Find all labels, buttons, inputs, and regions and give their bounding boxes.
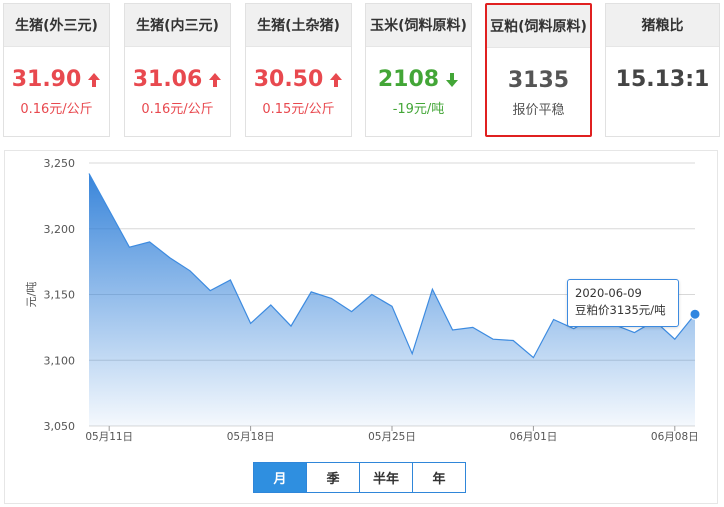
data-point-1 bbox=[128, 246, 131, 249]
y-tick-label: 3,050 bbox=[44, 420, 76, 433]
data-point-8 bbox=[269, 304, 272, 307]
data-point-21 bbox=[532, 356, 535, 359]
card-change: -19元/吨 bbox=[392, 102, 445, 117]
data-point-13 bbox=[370, 293, 373, 296]
card-price: 15.13:1 bbox=[615, 67, 710, 92]
card-price: 30.50 bbox=[253, 67, 324, 92]
card-price-row: 30.50 bbox=[246, 67, 351, 92]
arrow-up-icon bbox=[208, 72, 222, 88]
range-button-0[interactable]: 月 bbox=[253, 462, 307, 493]
data-point-17 bbox=[451, 329, 454, 332]
data-point-20 bbox=[512, 339, 515, 342]
data-point-10 bbox=[310, 290, 313, 293]
card-title: 生猪(外三元) bbox=[4, 4, 109, 47]
data-point-19 bbox=[492, 338, 495, 341]
data-point-15 bbox=[411, 352, 414, 355]
range-button-3[interactable]: 年 bbox=[412, 462, 466, 493]
card-price: 3135 bbox=[507, 68, 570, 93]
card-price-row: 31.90 bbox=[4, 67, 109, 92]
price-chart[interactable]: 3,050 3,100 3,150 3,200 3,250 元/吨 05月11日 05月18日… bbox=[5, 151, 719, 505]
card-price: 2108 bbox=[377, 67, 440, 92]
arrow-down-icon bbox=[445, 72, 459, 88]
card-price-row: 15.13:1 bbox=[606, 67, 719, 92]
x-tick-label: 05月25日 bbox=[368, 431, 416, 443]
y-tick-label: 3,250 bbox=[44, 157, 76, 170]
data-point-26 bbox=[633, 331, 636, 334]
data-point-7 bbox=[249, 322, 252, 325]
data-point-2 bbox=[148, 240, 151, 243]
data-point-28 bbox=[673, 338, 676, 341]
data-point-11 bbox=[330, 297, 333, 300]
card-title: 豆粕(饲料原料) bbox=[487, 5, 590, 48]
data-point-23 bbox=[572, 327, 575, 330]
price-card-4[interactable]: 豆粕(饲料原料) 3135 报价平稳 bbox=[485, 3, 592, 137]
card-title: 生猪(土杂猪) bbox=[246, 4, 351, 47]
card-price: 31.06 bbox=[132, 67, 203, 92]
price-card-3[interactable]: 玉米(饲料原料) 2108 -19元/吨 bbox=[365, 3, 472, 137]
arrow-up-icon bbox=[87, 72, 101, 88]
price-card-5[interactable]: 猪粮比 15.13:1 bbox=[605, 3, 720, 137]
data-point-3 bbox=[168, 256, 171, 259]
tooltip-value: 豆粕价3135元/吨 bbox=[575, 303, 666, 317]
price-cards: 生猪(外三元) 31.90 0.16元/公斤 生猪(内三元) 31.06 0.16元/公斤… bbox=[0, 0, 724, 150]
chart-tooltip: 2020-06-09 豆粕价3135元/吨 bbox=[567, 279, 679, 327]
range-button-1[interactable]: 季 bbox=[306, 462, 360, 493]
data-point-9 bbox=[290, 325, 293, 328]
price-card-0[interactable]: 生猪(外三元) 31.90 0.16元/公斤 bbox=[3, 3, 110, 137]
card-title: 玉米(饲料原料) bbox=[366, 4, 471, 47]
x-tick-label: 06月08日 bbox=[651, 431, 699, 443]
range-button-2[interactable]: 半年 bbox=[359, 462, 413, 493]
y-tick-label: 3,150 bbox=[44, 289, 76, 302]
card-change: 0.15元/公斤 bbox=[262, 102, 335, 117]
price-card-2[interactable]: 生猪(土杂猪) 30.50 0.15元/公斤 bbox=[245, 3, 352, 137]
card-change: 0.16元/公斤 bbox=[20, 102, 93, 117]
data-point-22 bbox=[552, 318, 555, 321]
data-point-18 bbox=[471, 326, 474, 329]
range-selector: 月季半年年 bbox=[253, 462, 466, 493]
data-point-4 bbox=[189, 269, 192, 272]
highlight-point bbox=[689, 308, 701, 320]
data-point-6 bbox=[229, 279, 232, 282]
y-tick-label: 3,200 bbox=[44, 223, 76, 236]
card-price-row: 3135 bbox=[487, 68, 590, 93]
price-card-1[interactable]: 生猪(内三元) 31.06 0.16元/公斤 bbox=[124, 3, 231, 137]
x-tick-label: 06月01日 bbox=[510, 431, 558, 443]
card-change: 0.16元/公斤 bbox=[141, 102, 214, 117]
arrow-up-icon bbox=[329, 72, 343, 88]
x-tick-label: 05月11日 bbox=[85, 431, 133, 443]
data-point-16 bbox=[431, 288, 434, 291]
card-title: 猪粮比 bbox=[606, 4, 719, 47]
y-tick-label: 3,100 bbox=[44, 354, 76, 367]
data-point-0 bbox=[88, 172, 91, 175]
data-point-12 bbox=[350, 310, 353, 313]
x-tick-label: 05月18日 bbox=[227, 431, 275, 443]
card-price-row: 2108 bbox=[366, 67, 471, 92]
card-title: 生猪(内三元) bbox=[125, 4, 230, 47]
data-point-14 bbox=[391, 305, 394, 308]
card-price-row: 31.06 bbox=[125, 67, 230, 92]
data-point-5 bbox=[209, 289, 212, 292]
card-price: 31.90 bbox=[11, 67, 82, 92]
card-change: 报价平稳 bbox=[512, 103, 565, 118]
tooltip-date: 2020-06-09 bbox=[575, 286, 642, 300]
y-axis-label: 元/吨 bbox=[25, 282, 38, 308]
chart-panel: 3,050 3,100 3,150 3,200 3,250 元/吨 05月11日 05月18日… bbox=[4, 150, 718, 504]
